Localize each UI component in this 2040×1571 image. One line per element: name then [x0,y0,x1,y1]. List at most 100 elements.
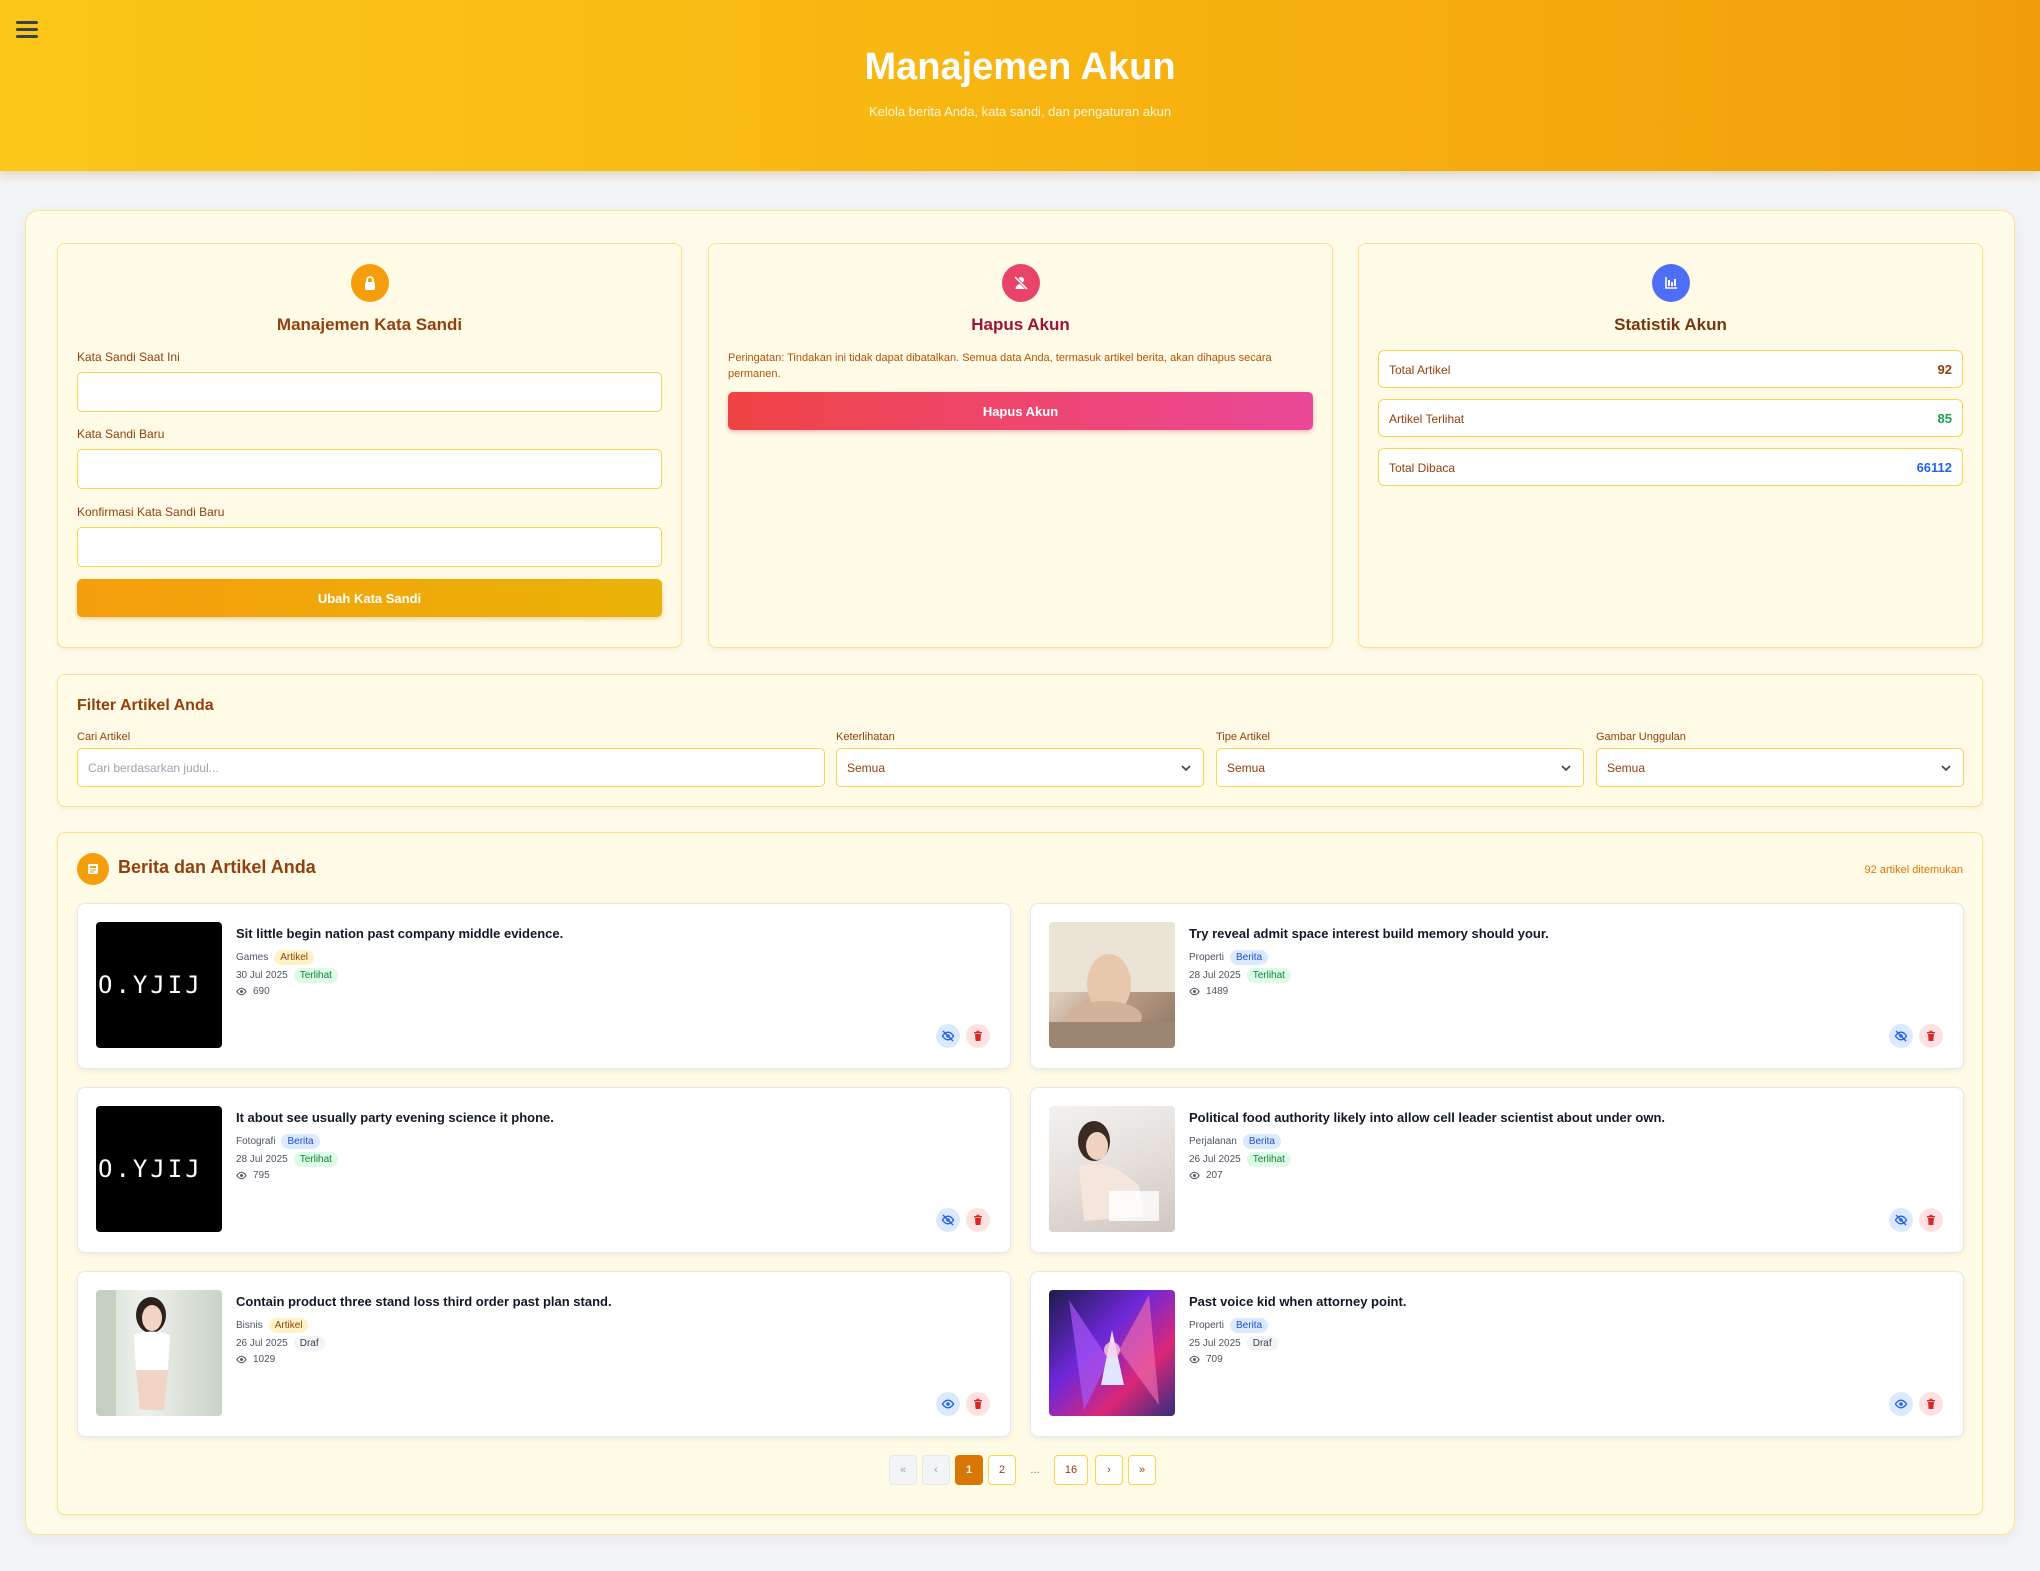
article-date-row: 28 Jul 2025 Terlihat [1189,968,1291,983]
stat-total-reads: Total Dibaca 66112 [1378,448,1963,486]
article-thumbnail [1049,1106,1175,1232]
delete-article-button[interactable] [966,1208,990,1232]
page-button-16[interactable]: 16 [1054,1455,1088,1485]
article-meta: Properti Berita [1189,1318,1269,1333]
pagination-ellipsis: ... [1030,1464,1040,1476]
stat-total-articles: Total Artikel 92 [1378,350,1963,388]
article-status-badge: Draf [293,1336,325,1351]
article-card[interactable]: O.YJIJ Sit little begin nation past comp… [77,903,1011,1069]
article-status-badge: Terlihat [1246,1152,1291,1167]
article-meta: Games Artikel [236,950,315,965]
articles-title: Berita dan Artikel Anda [118,857,316,877]
trash-icon [974,1214,982,1225]
article-date: 28 Jul 2025 [1189,970,1241,981]
delete-account-card: Hapus Akun Peringatan: Tindakan ini tida… [708,243,1333,648]
show-article-button[interactable] [936,1392,960,1416]
article-thumbnail: O.YJIJ [96,1106,222,1232]
change-password-button[interactable]: Ubah Kata Sandi [77,579,662,617]
article-meta: Perjalanan Berita [1189,1134,1281,1149]
image-value: Semua [1607,761,1646,775]
delete-account-button[interactable]: Hapus Akun [728,392,1313,430]
next-page-button[interactable]: › [1095,1455,1123,1485]
search-input[interactable]: Cari berdasarkan judul... [77,748,825,787]
trash-icon [1927,1398,1935,1409]
type-select[interactable]: Semua [1216,748,1584,787]
trash-icon [1927,1030,1935,1041]
article-card[interactable]: Try reveal admit space interest build me… [1030,903,1964,1069]
visibility-label: Keterlihatan [836,731,895,743]
new-password-input[interactable] [77,449,662,489]
article-card[interactable]: Contain product three stand loss third o… [77,1271,1011,1437]
password-card-title: Manajemen Kata Sandi [276,315,463,334]
image-label: Gambar Unggulan [1596,731,1686,743]
article-views-row: 207 [1189,1170,1223,1181]
type-label: Tipe Artikel [1216,731,1271,743]
filter-title: Filter Artikel Anda [77,697,214,714]
page-button-2[interactable]: 2 [988,1455,1016,1485]
filter-card: Filter Artikel Anda Cari Artikel Cari be… [57,674,1983,807]
hide-article-button[interactable] [936,1208,960,1232]
last-page-button[interactable]: » [1128,1455,1156,1485]
trash-icon [1927,1214,1935,1225]
article-status-badge: Terlihat [293,968,338,983]
article-views-row: 709 [1189,1354,1223,1365]
current-password-label: Kata Sandi Saat Ini [77,350,180,364]
menu-icon[interactable] [16,18,42,44]
image-select[interactable]: Semua [1596,748,1964,787]
hide-article-button[interactable] [936,1024,960,1048]
article-category: Perjalanan [1189,1136,1237,1147]
password-card: Manajemen Kata Sandi Kata Sandi Saat Ini… [57,243,682,648]
article-date: 28 Jul 2025 [236,1154,288,1165]
confirm-password-label: Konfirmasi Kata Sandi Baru [77,505,225,519]
article-meta: Fotografi Berita [236,1134,320,1149]
first-page-button[interactable]: « [889,1455,917,1485]
article-views: 795 [253,1170,270,1181]
current-password-input[interactable] [77,372,662,412]
user-remove-icon [1001,264,1040,302]
articles-count: 92 artikel ditemukan [1864,864,1963,876]
prev-page-button[interactable]: ‹ [922,1455,950,1485]
visibility-select[interactable]: Semua [836,748,1204,787]
article-date-row: 30 Jul 2025 Terlihat [236,968,338,983]
hide-article-button[interactable] [1889,1208,1913,1232]
article-card[interactable]: O.YJIJ It about see usually party evenin… [77,1087,1011,1253]
show-article-button[interactable] [1889,1392,1913,1416]
stats-card: Statistik Akun Total Artikel 92 Artikel … [1358,243,1983,648]
article-meta: Bisnis Artikel [236,1318,309,1333]
article-date-row: 26 Jul 2025 Draf [236,1336,325,1351]
article-views: 207 [1206,1170,1223,1181]
newspaper-icon [77,853,109,885]
type-value: Semua [1227,761,1266,775]
eye-off-icon [1894,1214,1908,1226]
page-header: Manajemen Akun Kelola berita Anda, kata … [0,0,2040,171]
delete-article-button[interactable] [1919,1208,1943,1232]
hide-article-button[interactable] [1889,1024,1913,1048]
delete-article-button[interactable] [966,1024,990,1048]
article-views-row: 1489 [1189,986,1228,997]
article-type-badge: Artikel [268,1318,309,1333]
articles-card: Berita dan Artikel Anda 92 artikel ditem… [57,832,1983,1515]
page-title: Manajemen Akun [864,46,1176,88]
article-card[interactable]: Past voice kid when attorney point. Prop… [1030,1271,1964,1437]
article-date-row: 28 Jul 2025 Terlihat [236,1152,338,1167]
page-button-1[interactable]: 1 [955,1455,983,1485]
delete-article-button[interactable] [966,1392,990,1416]
eye-icon [1189,987,1200,996]
stat-label: Total Artikel [1389,363,1451,377]
stats-card-title: Statistik Akun [1614,315,1727,334]
article-thumbnail [1049,1290,1175,1416]
lock-icon [350,264,389,302]
article-type-badge: Berita [1230,1318,1269,1333]
delete-card-title: Hapus Akun [971,315,1070,334]
chevron-down-icon [1941,765,1951,772]
delete-article-button[interactable] [1919,1024,1943,1048]
article-title: Contain product three stand loss third o… [236,1294,612,1309]
confirm-password-input[interactable] [77,527,662,567]
article-views-row: 795 [236,1170,270,1181]
article-card[interactable]: Political food authority likely into all… [1030,1087,1964,1253]
stat-visible-articles: Artikel Terlihat 85 [1378,399,1963,437]
delete-article-button[interactable] [1919,1392,1943,1416]
article-status-badge: Terlihat [1246,968,1291,983]
article-views: 1489 [1206,986,1229,997]
eye-icon [236,1171,247,1180]
